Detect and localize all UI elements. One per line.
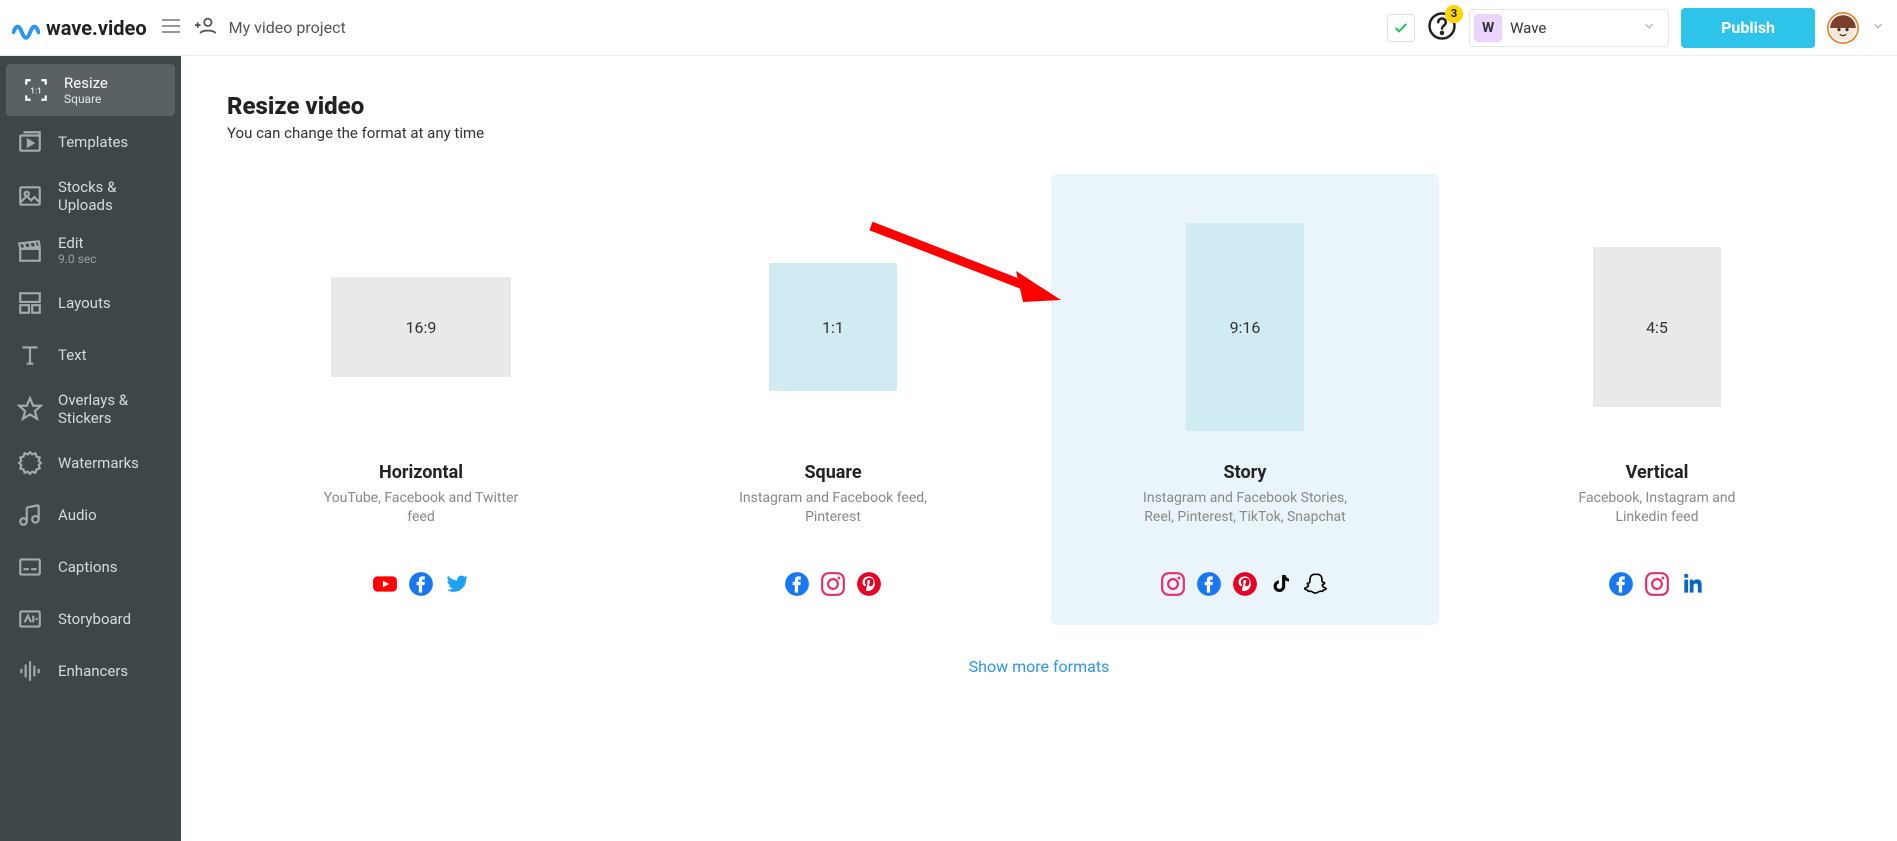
facebook-icon bbox=[1196, 571, 1222, 597]
instagram-icon bbox=[1160, 571, 1186, 597]
app-name: wave.video bbox=[46, 16, 147, 40]
facebook-icon bbox=[1608, 571, 1634, 597]
text-icon bbox=[16, 341, 44, 369]
format-desc: Instagram and Facebook feed, Pinterest bbox=[728, 489, 938, 547]
page-title: Resize video bbox=[227, 92, 1851, 120]
sidebar-label: Audio bbox=[58, 506, 97, 524]
format-title: Vertical bbox=[1626, 462, 1689, 483]
sidebar-label: Captions bbox=[58, 558, 117, 576]
topbar: wave.video My video project 3 W Wave Pub… bbox=[0, 0, 1897, 56]
facebook-icon bbox=[408, 571, 434, 597]
social-icons bbox=[372, 571, 470, 597]
sidebar-item-storyboard[interactable]: Storyboard bbox=[0, 593, 181, 645]
instagram-icon bbox=[820, 571, 846, 597]
waveform-icon bbox=[16, 657, 44, 685]
chevron-down-icon bbox=[1642, 18, 1656, 37]
music-icon bbox=[16, 501, 44, 529]
sidebar-item-overlays[interactable]: Overlays & Stickers bbox=[0, 381, 181, 437]
sidebar-item-stocks[interactable]: Stocks & Uploads bbox=[0, 168, 181, 224]
preview-box: 1:1 bbox=[769, 263, 897, 391]
sidebar-label: Overlays & Stickers bbox=[58, 391, 165, 427]
sidebar-item-watermarks[interactable]: Watermarks bbox=[0, 437, 181, 489]
clapper-icon bbox=[16, 237, 44, 265]
show-more-link[interactable]: Show more formats bbox=[227, 657, 1851, 676]
format-desc: YouTube, Facebook and Twitter feed bbox=[316, 489, 526, 547]
wave-icon bbox=[12, 14, 40, 42]
svg-text:1:1: 1:1 bbox=[30, 86, 42, 96]
workspace-name: Wave bbox=[1510, 19, 1634, 37]
twitter-icon bbox=[444, 571, 470, 597]
menu-icon[interactable] bbox=[159, 14, 183, 42]
user-avatar[interactable] bbox=[1827, 12, 1859, 44]
social-icons bbox=[784, 571, 882, 597]
sidebar-item-layouts[interactable]: Layouts bbox=[0, 277, 181, 329]
sidebar-item-text[interactable]: Text bbox=[0, 329, 181, 381]
format-desc: Instagram and Facebook Stories, Reel, Pi… bbox=[1140, 489, 1350, 547]
format-title: Square bbox=[804, 462, 861, 483]
pinterest-icon bbox=[1232, 571, 1258, 597]
sidebar-label: Templates bbox=[58, 133, 128, 151]
user-menu-chevron[interactable] bbox=[1871, 18, 1885, 37]
status-check-icon bbox=[1387, 14, 1415, 42]
sidebar-label: Layouts bbox=[58, 294, 111, 312]
preview-box: 16:9 bbox=[331, 277, 511, 377]
star-icon bbox=[16, 395, 44, 423]
project-title[interactable]: My video project bbox=[229, 18, 346, 37]
tiktok-icon bbox=[1268, 571, 1294, 597]
preview-box: 9:16 bbox=[1186, 223, 1304, 431]
youtube-icon bbox=[372, 571, 398, 597]
badge-icon bbox=[16, 449, 44, 477]
templates-icon bbox=[16, 128, 44, 156]
sidebar-item-edit[interactable]: Edit9.0 sec bbox=[0, 224, 181, 276]
format-card-square[interactable]: 1:1 Square Instagram and Facebook feed, … bbox=[639, 174, 1027, 625]
sidebar-label: Enhancers bbox=[58, 662, 128, 680]
resize-icon: 1:1 bbox=[22, 76, 50, 104]
snapchat-icon bbox=[1304, 571, 1330, 597]
format-card-vertical[interactable]: 4:5 Vertical Facebook, Instagram and Lin… bbox=[1463, 174, 1851, 625]
sidebar-sublabel: 9.0 sec bbox=[58, 252, 96, 266]
social-icons bbox=[1160, 571, 1330, 597]
workspace-selector[interactable]: W Wave bbox=[1469, 9, 1669, 47]
facebook-icon bbox=[784, 571, 810, 597]
format-card-horizontal[interactable]: 16:9 Horizontal YouTube, Facebook and Tw… bbox=[227, 174, 615, 625]
main-panel: Resize video You can change the format a… bbox=[181, 56, 1897, 841]
linkedin-icon bbox=[1680, 571, 1706, 597]
page-subtitle: You can change the format at any time bbox=[227, 124, 1851, 142]
sidebar-label: Text bbox=[58, 346, 87, 364]
sidebar-item-enhancers[interactable]: Enhancers bbox=[0, 645, 181, 697]
sidebar-label: Storyboard bbox=[58, 610, 131, 628]
sidebar-item-templates[interactable]: Templates bbox=[0, 116, 181, 168]
sidebar-item-audio[interactable]: Audio bbox=[0, 489, 181, 541]
format-desc: Facebook, Instagram and Linkedin feed bbox=[1552, 489, 1762, 547]
add-person-icon[interactable] bbox=[195, 15, 217, 41]
sidebar-label: Stocks & Uploads bbox=[58, 178, 165, 214]
sidebar: 1:1 ResizeSquare Templates Stocks & Uplo… bbox=[0, 56, 181, 841]
instagram-icon bbox=[1644, 571, 1670, 597]
sidebar-item-captions[interactable]: Captions bbox=[0, 541, 181, 593]
layouts-icon bbox=[16, 289, 44, 317]
image-icon bbox=[16, 182, 44, 210]
formats-grid: 16:9 Horizontal YouTube, Facebook and Tw… bbox=[227, 174, 1851, 625]
storyboard-icon bbox=[16, 605, 44, 633]
pinterest-icon bbox=[856, 571, 882, 597]
sidebar-sublabel: Square bbox=[64, 92, 108, 106]
workspace-avatar: W bbox=[1474, 14, 1502, 42]
format-title: Story bbox=[1224, 462, 1267, 483]
sidebar-label: Edit bbox=[58, 234, 96, 252]
sidebar-label: Watermarks bbox=[58, 454, 139, 472]
social-icons bbox=[1608, 571, 1706, 597]
notification-badge: 3 bbox=[1445, 5, 1463, 23]
publish-button[interactable]: Publish bbox=[1681, 8, 1815, 48]
format-title: Horizontal bbox=[379, 462, 463, 483]
app-logo[interactable]: wave.video bbox=[12, 14, 147, 42]
captions-icon bbox=[16, 553, 44, 581]
sidebar-item-resize[interactable]: 1:1 ResizeSquare bbox=[6, 64, 175, 116]
format-card-story[interactable]: 9:16 Story Instagram and Facebook Storie… bbox=[1051, 174, 1439, 625]
help-button[interactable]: 3 bbox=[1427, 11, 1457, 45]
sidebar-label: Resize bbox=[64, 74, 108, 92]
preview-box: 4:5 bbox=[1593, 247, 1721, 407]
